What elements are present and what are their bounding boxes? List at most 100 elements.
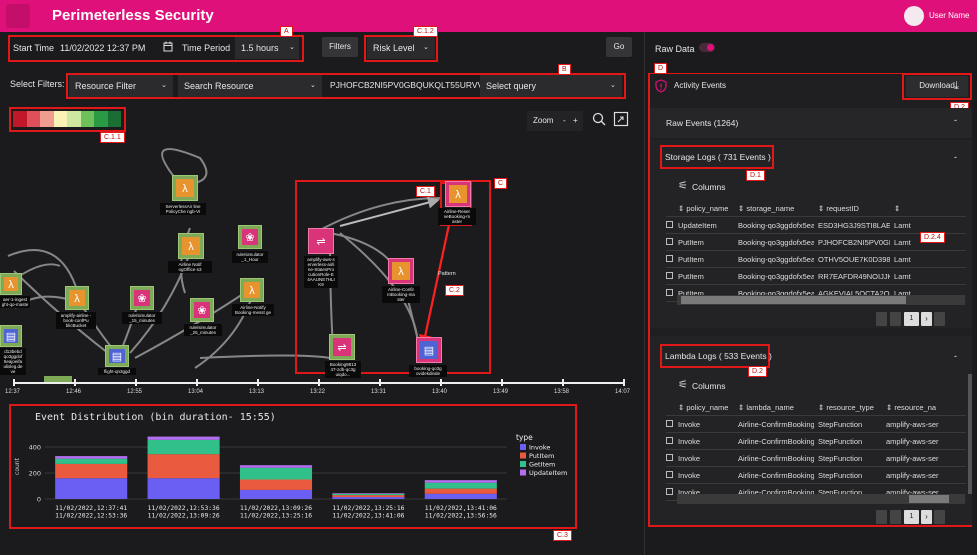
row-checkbox[interactable] — [666, 420, 673, 427]
collapse-icon[interactable]: - — [954, 152, 957, 162]
column-header[interactable]: ⇕ — [894, 204, 962, 213]
resource-graph[interactable]: C C.1 C.2 Pattern λ ServerlessAir line Po… — [0, 138, 640, 388]
prev-button[interactable] — [890, 510, 901, 524]
bar-segment[interactable] — [424, 488, 497, 494]
bar-segment[interactable] — [239, 479, 313, 490]
table-row[interactable]: PutItem Booking-qo3ggdofx5eajo... RR7EAFDR… — [666, 268, 966, 285]
user-name[interactable]: User Name — [929, 11, 969, 20]
scroll-thumb[interactable] — [681, 296, 906, 304]
legend-swatch[interactable] — [520, 444, 526, 450]
bar-segment[interactable] — [239, 465, 313, 468]
bar-segment[interactable] — [55, 478, 128, 499]
legend-swatch[interactable] — [520, 469, 526, 476]
risk-level-swatch[interactable] — [107, 111, 121, 127]
bar-segment[interactable] — [55, 458, 128, 464]
row-checkbox[interactable] — [666, 454, 673, 461]
graph-node[interactable]: ⇌ — [308, 228, 334, 254]
fit-view-icon[interactable] — [613, 111, 629, 127]
lambda-logs-table[interactable]: ⇕ policy_name ⇕ lambda_name ⇕ resource_typ… — [666, 399, 966, 501]
row-checkbox[interactable] — [666, 272, 673, 279]
row-checkbox[interactable] — [666, 437, 673, 444]
risk-level-swatch[interactable] — [80, 111, 94, 127]
bar-segment[interactable] — [332, 497, 405, 499]
graph-node[interactable]: λ — [388, 258, 414, 284]
calendar-icon[interactable] — [163, 41, 173, 52]
row-checkbox[interactable] — [666, 221, 673, 228]
bar-segment[interactable] — [55, 463, 128, 479]
storage-hscrollbar[interactable] — [677, 295, 965, 305]
start-time-input[interactable]: 11/02/2022 12:37 PM — [60, 43, 145, 53]
scroll-thumb[interactable] — [909, 495, 949, 503]
column-header[interactable]: ⇕ storage_name — [738, 204, 814, 213]
page-number[interactable]: 1 — [904, 312, 919, 326]
columns-icon[interactable]: ⚟ — [678, 179, 688, 192]
column-header[interactable]: ⇕ requestID — [818, 204, 890, 213]
prev-page-button[interactable] — [876, 510, 887, 524]
bar-segment[interactable] — [424, 493, 497, 499]
table-row[interactable]: PutItem Booking-qo3ggdofx5eajo... OTHV5OUE… — [666, 251, 966, 268]
download-button[interactable]: Download ⤓ — [906, 76, 968, 97]
risk-level-swatch[interactable] — [67, 111, 81, 127]
risk-level-swatch[interactable] — [13, 111, 27, 127]
bar-segment[interactable] — [147, 478, 220, 499]
row-checkbox[interactable] — [666, 471, 673, 478]
bar-segment[interactable] — [239, 489, 313, 499]
last-page-button[interactable] — [934, 312, 945, 326]
column-header[interactable]: ⇕ resource_na — [886, 403, 962, 412]
bar-segment[interactable] — [147, 439, 220, 455]
panel-vscrollbar[interactable] — [968, 374, 972, 494]
bar-segment[interactable] — [239, 467, 313, 480]
prev-page-button[interactable] — [876, 312, 887, 326]
risk-level-swatch[interactable] — [40, 111, 54, 127]
bar-segment[interactable] — [332, 495, 405, 498]
risk-level-swatch[interactable] — [26, 111, 40, 127]
bar-segment[interactable] — [332, 493, 405, 494]
zoom-control[interactable]: Zoom - + — [527, 111, 583, 131]
table-row[interactable]: Invoke Airline-ConfirmBooking-m... StepFun… — [666, 450, 966, 467]
row-checkbox[interactable] — [666, 289, 673, 296]
storage-logs-table[interactable]: ⇕ policy_name ⇕ storage_name ⇕ requestID ⇕ U… — [666, 200, 966, 302]
next-button[interactable]: › — [921, 510, 932, 524]
graph-node[interactable]: ❀ — [238, 225, 262, 249]
row-checkbox[interactable] — [666, 238, 673, 245]
page-number[interactable]: 1 — [904, 510, 919, 524]
column-header[interactable]: ⇕ lambda_name — [738, 403, 814, 412]
bar-segment[interactable] — [147, 436, 220, 440]
collapse-icon[interactable]: - — [954, 115, 957, 125]
raw-data-toggle[interactable] — [699, 43, 715, 52]
bar-segment[interactable] — [424, 480, 497, 483]
legend-swatch[interactable] — [520, 452, 526, 459]
table-row[interactable]: Invoke Airline-ConfirmBooking-m... StepFun… — [666, 433, 966, 450]
graph-node[interactable]: λ — [172, 175, 198, 201]
filters-button[interactable]: Filters — [322, 37, 358, 57]
select-query-select[interactable]: Select query ⌄ — [480, 75, 622, 97]
bar-segment[interactable] — [55, 456, 128, 459]
graph-node[interactable]: λ — [178, 233, 204, 259]
graph-node[interactable]: ▤ — [416, 337, 442, 363]
graph-node[interactable]: ❀ — [190, 298, 214, 322]
resource-filter-select[interactable]: Resource Filter ⌄ — [69, 75, 173, 97]
user-avatar[interactable] — [904, 6, 924, 26]
risk-level-select[interactable]: Risk Level ⌄ — [367, 37, 435, 59]
graph-node[interactable]: ⇌ — [329, 334, 355, 360]
collapse-icon[interactable]: - — [954, 351, 957, 361]
row-checkbox[interactable] — [666, 255, 673, 262]
time-period-select[interactable]: 1.5 hours ⌄ — [235, 37, 299, 59]
timeline-axis[interactable]: 12:37 12:46 12:55 13:04 13:13 13:22 13:31 13:40… — [0, 376, 640, 400]
columns-label[interactable]: Columns — [692, 381, 726, 391]
risk-level-swatch[interactable] — [94, 111, 108, 127]
risk-level-swatch[interactable] — [53, 111, 67, 127]
bar-segment[interactable] — [424, 482, 497, 489]
graph-node[interactable]: λ — [240, 278, 264, 302]
column-header[interactable]: ⇕ policy_name — [678, 204, 734, 213]
column-header[interactable]: ⇕ resource_type — [818, 403, 882, 412]
last-page-button[interactable] — [934, 510, 945, 524]
filter-value-text[interactable]: PJHOFCB2NI5PV0GBQUKQLT55URVV4 — [330, 80, 488, 90]
table-row[interactable]: Invoke Airline-ConfirmBooking-m... StepFun… — [666, 416, 966, 433]
bar-segment[interactable] — [332, 493, 405, 496]
row-checkbox[interactable] — [666, 488, 673, 495]
column-header[interactable]: ⇕ policy_name — [678, 403, 734, 412]
graph-node[interactable]: ▤ — [0, 325, 22, 347]
raw-events-header[interactable]: Raw Events (1264) - — [650, 108, 972, 138]
search-resource-select[interactable]: Search Resource ⌄ — [178, 75, 322, 97]
